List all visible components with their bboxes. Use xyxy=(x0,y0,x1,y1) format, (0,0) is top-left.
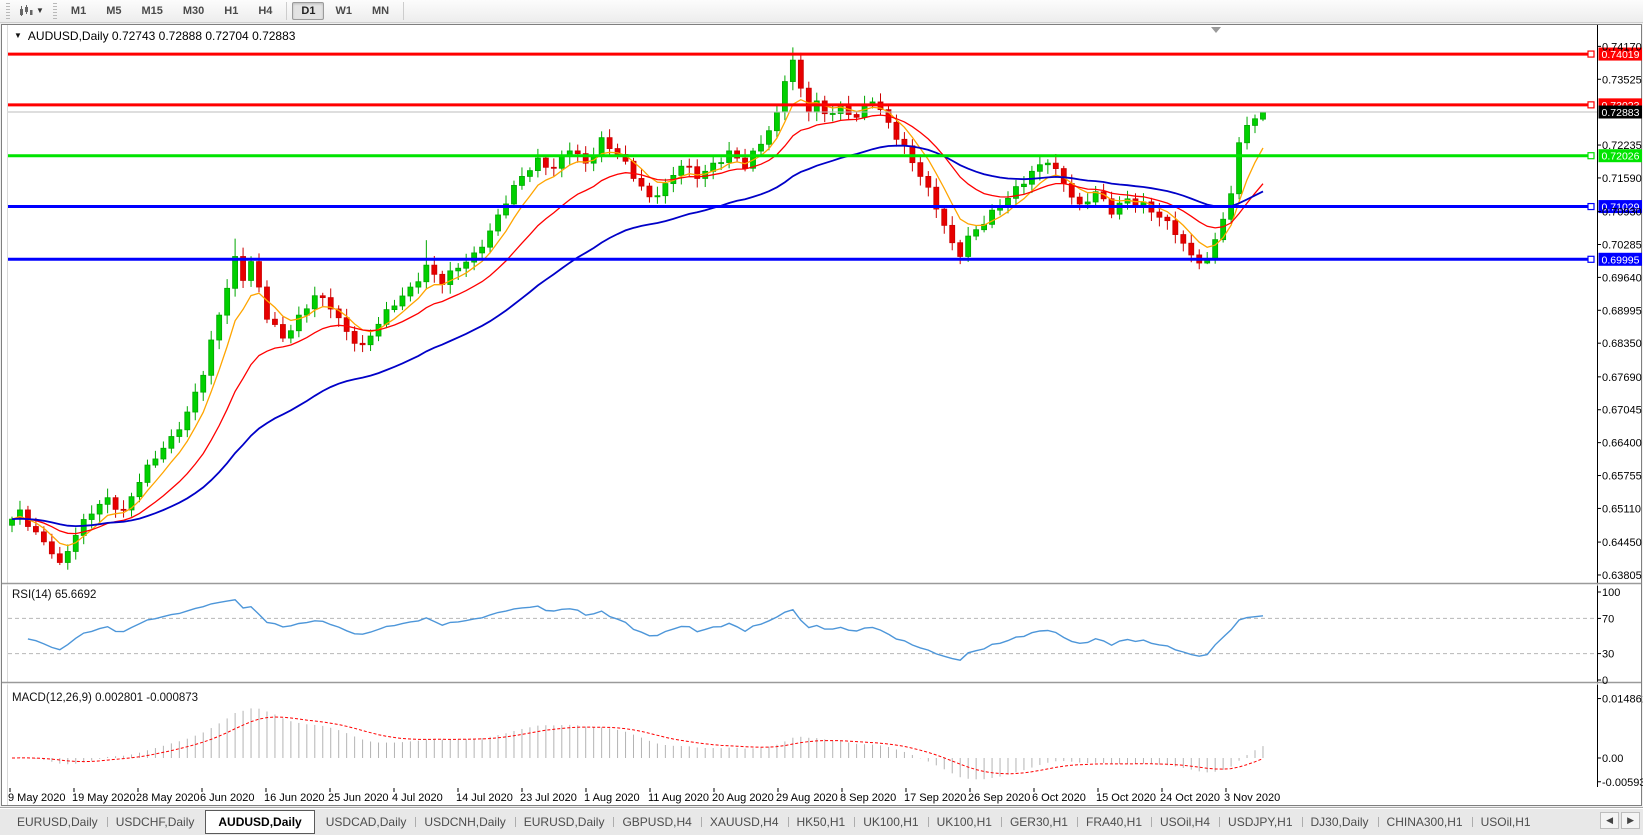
price-badge-label: 0.72026 xyxy=(1602,151,1640,163)
date-label: 20 Aug 2020 xyxy=(712,792,774,804)
current-price-badge-label: 0.72883 xyxy=(1602,107,1640,119)
candlestick-chart-icon xyxy=(19,5,33,17)
date-label: 6 Oct 2020 xyxy=(1032,792,1086,804)
price-tick-label: 0.72235 xyxy=(1602,140,1642,152)
date-label: 1 Aug 2020 xyxy=(584,792,640,804)
price-tick-label: 0.67690 xyxy=(1602,372,1642,384)
timeframe-button-w1[interactable]: W1 xyxy=(326,2,361,20)
price-tick-label: 0.73525 xyxy=(1602,74,1642,86)
toolbar-grip xyxy=(6,3,10,19)
macd-tick-label: -0.005938 xyxy=(1602,777,1643,789)
timeframe-button-m1[interactable]: M1 xyxy=(62,2,95,20)
price-tick-label: 0.68350 xyxy=(1602,338,1642,350)
price-tick-label: 0.63805 xyxy=(1602,570,1642,582)
toolbar-separator xyxy=(286,2,287,20)
tab-hk50-h1[interactable]: HK50,H1 xyxy=(788,811,855,833)
tab-usdchf-daily[interactable]: USDCHF,Daily xyxy=(107,811,204,833)
price-tick-label: 0.70285 xyxy=(1602,239,1642,251)
chart-title: ▼AUDUSD,Daily 0.72743 0.72888 0.72704 0.… xyxy=(14,29,295,43)
timeframe-button-h1[interactable]: H1 xyxy=(215,2,247,20)
rsi-label: RSI(14) 65.6692 xyxy=(12,589,96,601)
rsi-tick-label: 70 xyxy=(1602,613,1614,625)
date-label: 23 Jul 2020 xyxy=(520,792,577,804)
tab-scroll-right-button[interactable]: ▶ xyxy=(1621,812,1640,829)
chevron-down-icon: ▼ xyxy=(36,7,44,15)
date-label: 28 May 2020 xyxy=(136,792,200,804)
date-label: 24 Oct 2020 xyxy=(1160,792,1220,804)
timeframe-button-h4[interactable]: H4 xyxy=(249,2,281,20)
chart-type-button[interactable]: ▼ xyxy=(14,2,49,20)
tab-gbpusd-h4[interactable]: GBPUSD,H4 xyxy=(613,811,700,833)
price-tick-label: 0.67045 xyxy=(1602,405,1642,417)
timeframe-button-m15[interactable]: M15 xyxy=(132,2,171,20)
date-label: 8 Sep 2020 xyxy=(840,792,896,804)
date-label: 11 Aug 2020 xyxy=(648,792,709,804)
symbol-dropdown-icon[interactable]: ▼ xyxy=(14,31,22,40)
tab-scroll-buttons: ◀ ▶ xyxy=(1600,812,1640,829)
price-tick-label: 0.74170 xyxy=(1602,41,1642,53)
date-label: 3 Nov 2020 xyxy=(1224,792,1280,804)
rsi-tick-label: 0 xyxy=(1602,675,1608,687)
date-label: 29 Aug 2020 xyxy=(776,792,838,804)
date-label: 16 Jun 2020 xyxy=(264,792,325,804)
tab-eurusd-daily[interactable]: EURUSD,Daily xyxy=(515,811,614,833)
date-label: 17 Sep 2020 xyxy=(904,792,966,804)
toolbar-separator xyxy=(403,2,404,20)
chart-tabs: EURUSD,DailyUSDCHF,DailyAUDUSD,DailyUSDC… xyxy=(8,808,1599,835)
date-label: 9 May 2020 xyxy=(8,792,65,804)
date-label: 19 May 2020 xyxy=(72,792,136,804)
tab-fra40-h1[interactable]: FRA40,H1 xyxy=(1077,811,1151,833)
price-tick-label: 0.70930 xyxy=(1602,207,1642,219)
macd-tick-label: 0.00 xyxy=(1602,753,1623,765)
tab-usdcnh-daily[interactable]: USDCNH,Daily xyxy=(415,811,514,833)
date-label: 26 Sep 2020 xyxy=(968,792,1030,804)
price-tick-label: 0.69640 xyxy=(1602,272,1642,284)
tab-uk100-h1[interactable]: UK100,H1 xyxy=(854,811,927,833)
tab-usoil-h1[interactable]: USOil,H1 xyxy=(1472,811,1540,833)
timeframe-button-group: M1M5M15M30H1H4 D1W1MN xyxy=(61,2,408,20)
date-label: 15 Oct 2020 xyxy=(1096,792,1156,804)
timeframe-button-m5[interactable]: M5 xyxy=(97,2,130,20)
date-label: 6 Jun 2020 xyxy=(200,792,254,804)
tab-usoil-h4[interactable]: USOil,H4 xyxy=(1151,811,1219,833)
chart-window xyxy=(2,25,1642,806)
tab-xauusd-h4[interactable]: XAUUSD,H4 xyxy=(701,811,788,833)
price-tick-label: 0.65755 xyxy=(1602,471,1642,483)
timeframe-button-mn[interactable]: MN xyxy=(363,2,398,20)
date-label: 14 Jul 2020 xyxy=(456,792,513,804)
rsi-tick-label: 100 xyxy=(1602,587,1620,599)
price-tick-label: 0.71590 xyxy=(1602,173,1642,185)
macd-tick-label: 0.014861 xyxy=(1602,694,1643,706)
tab-eurusd-daily[interactable]: EURUSD,Daily xyxy=(8,811,107,833)
toolbar: ▼ M1M5M15M30H1H4 D1W1MN xyxy=(0,0,1643,23)
timeframe-button-d1[interactable]: D1 xyxy=(292,2,324,20)
tab-usdjpy-h1[interactable]: USDJPY,H1 xyxy=(1219,811,1301,833)
toolbar-grip xyxy=(53,3,57,19)
tab-scroll-left-button[interactable]: ◀ xyxy=(1600,812,1619,829)
tab-ger30-h1[interactable]: GER30,H1 xyxy=(1001,811,1077,833)
price-badge-label: 0.69995 xyxy=(1602,254,1640,266)
price-tick-label: 0.66400 xyxy=(1602,438,1642,450)
macd-label: MACD(12,26,9) 0.002801 -0.000873 xyxy=(12,692,198,704)
tab-dj30-daily[interactable]: DJ30,Daily xyxy=(1302,811,1378,833)
price-tick-label: 0.64450 xyxy=(1602,537,1642,549)
date-label: 4 Jul 2020 xyxy=(392,792,443,804)
tab-uk100-h1[interactable]: UK100,H1 xyxy=(928,811,1001,833)
chart-tabbar: EURUSD,DailyUSDCHF,DailyAUDUSD,DailyUSDC… xyxy=(0,807,1643,835)
tab-china300-h1[interactable]: CHINA300,H1 xyxy=(1378,811,1472,833)
price-tick-label: 0.65110 xyxy=(1602,503,1641,515)
price-tick-label: 0.68995 xyxy=(1602,305,1642,317)
tab-audusd-daily[interactable]: AUDUSD,Daily xyxy=(205,810,314,834)
date-label: 25 Jun 2020 xyxy=(328,792,389,804)
chart-canvas[interactable]: 0.740190.730230.720260.710290.699950.728… xyxy=(0,0,1643,835)
timeframe-button-m30[interactable]: M30 xyxy=(174,2,213,20)
rsi-tick-label: 30 xyxy=(1602,649,1614,661)
tab-usdcad-daily[interactable]: USDCAD,Daily xyxy=(317,811,416,833)
